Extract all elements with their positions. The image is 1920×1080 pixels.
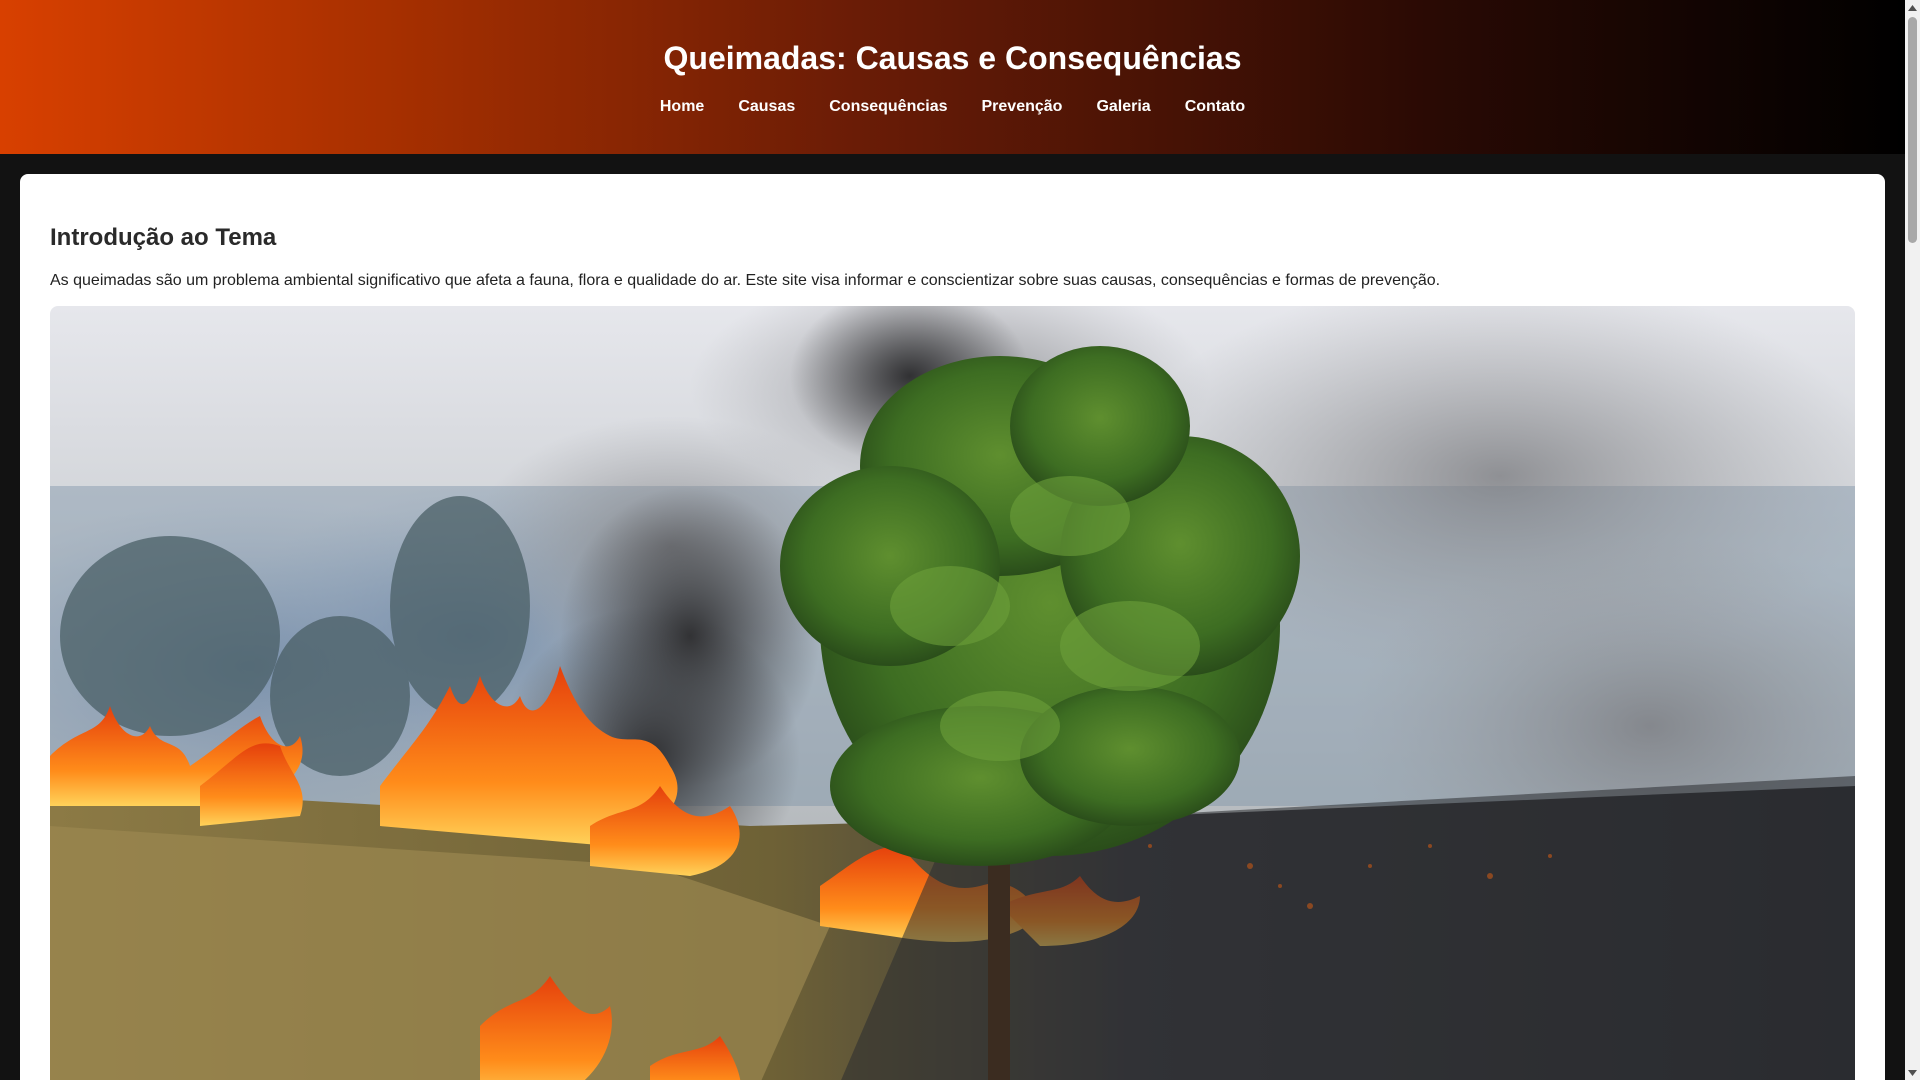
triangle-up-icon[interactable]	[1905, 0, 1920, 15]
nav-causas[interactable]: Causas	[738, 98, 795, 116]
nav-consequencias[interactable]: Consequências	[829, 98, 947, 116]
content-card: Introdução ao Tema As queimadas são um p…	[20, 174, 1885, 1080]
intro-text: As queimadas são um problema ambiental s…	[50, 272, 1441, 289]
scrollbar-thumb[interactable]	[1908, 17, 1917, 243]
triangle-down-icon[interactable]	[1905, 1065, 1920, 1080]
main-nav: Home Causas Consequências Prevenção Gale…	[0, 98, 1905, 116]
nav-prevencao[interactable]: Prevenção	[982, 98, 1063, 116]
page-scrollbar[interactable]	[1905, 0, 1920, 1080]
section-title: Introdução ao Tema	[50, 224, 277, 251]
site-title: Queimadas: Causas e Consequências	[663, 40, 1242, 76]
nav-galeria[interactable]: Galeria	[1096, 98, 1150, 116]
hero-image	[50, 306, 1855, 1080]
site-header: Queimadas: Causas e Consequências Home C…	[0, 0, 1905, 154]
nav-home[interactable]: Home	[660, 98, 704, 116]
nav-contato[interactable]: Contato	[1185, 98, 1245, 116]
